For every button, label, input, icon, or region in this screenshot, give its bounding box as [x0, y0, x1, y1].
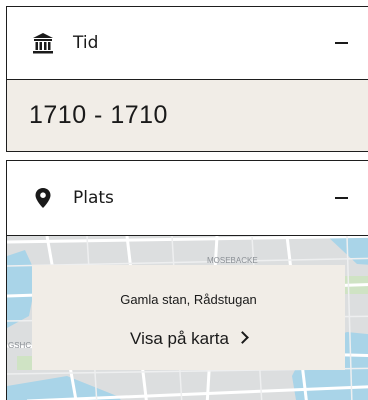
- collapse-location-minus-icon[interactable]: [329, 186, 353, 210]
- location-panel-title: Plats: [73, 188, 114, 208]
- time-panel-header[interactable]: Tid: [7, 7, 368, 80]
- map-street-label: MOSEBACKE: [207, 256, 258, 265]
- museum-icon: [31, 31, 55, 55]
- collapse-time-minus-icon[interactable]: [329, 31, 353, 55]
- time-panel-title: Tid: [73, 33, 99, 53]
- date-range: 1710 - 1710: [7, 80, 368, 151]
- location-panel: Plats MOSEBACKE GSHC Gamla stan, Rådstug…: [6, 160, 368, 400]
- map-preview[interactable]: MOSEBACKE GSHC Gamla stan, Rådstugan Vis…: [7, 236, 368, 400]
- show-on-map-link[interactable]: Visa på karta: [32, 329, 345, 349]
- time-panel: Tid 1710 - 1710: [6, 6, 368, 152]
- map-info-card: Gamla stan, Rådstugan Visa på karta: [32, 265, 345, 370]
- date-range-value: 1710 - 1710: [29, 101, 168, 129]
- map-edge-label: GSHC: [8, 341, 31, 350]
- place-name: Gamla stan, Rådstugan: [120, 292, 257, 307]
- location-panel-header[interactable]: Plats: [7, 161, 368, 236]
- location-pin-icon: [31, 186, 55, 210]
- chevron-right-icon: [236, 331, 249, 344]
- show-on-map-label: Visa på karta: [130, 329, 229, 348]
